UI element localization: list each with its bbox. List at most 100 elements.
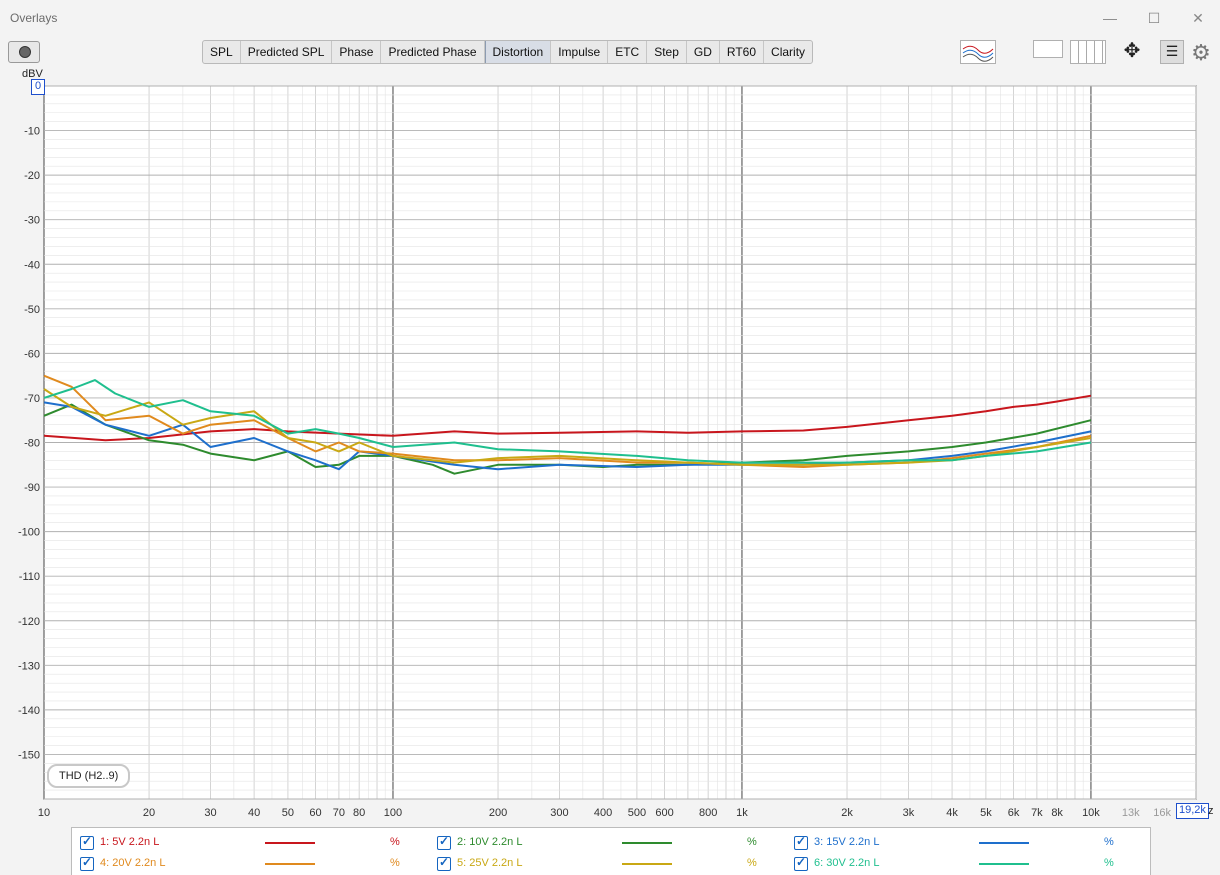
- x-tick-label: 800: [699, 807, 717, 819]
- x-tick-label: 1k: [736, 807, 748, 819]
- close-button[interactable]: ✕: [1178, 6, 1218, 30]
- overlay-traces-icon[interactable]: [960, 40, 996, 64]
- x-cursor-readout[interactable]: 19,2k: [1176, 803, 1209, 819]
- legend-item: 1: 5V 2.2n L%: [80, 834, 420, 852]
- y-tick-label: -40: [24, 259, 40, 271]
- x-tick-label: 4k: [946, 807, 958, 819]
- y-tick-label: -80: [24, 438, 40, 450]
- legend-item: 4: 20V 2.2n L%: [80, 855, 420, 873]
- legend-item: 2: 10V 2.2n L%: [437, 834, 777, 852]
- legend-line-swatch: [622, 842, 672, 844]
- legend-checkbox[interactable]: [794, 834, 808, 850]
- legend-panel: 1: 5V 2.2n L%2: 10V 2.2n L%3: 15V 2.2n L…: [71, 827, 1151, 875]
- x-tick-label: 40: [248, 807, 260, 819]
- x-tick-label: 500: [628, 807, 646, 819]
- legend-line-swatch: [265, 842, 315, 844]
- legend-item: 3: 15V 2.2n L%: [794, 834, 1134, 852]
- y-tick-label: -70: [24, 393, 40, 405]
- x-tick-label: 13k: [1122, 807, 1140, 819]
- legend-item: 6: 30V 2.2n L%: [794, 855, 1134, 873]
- legend-series-name: 2: 10V 2.2n L: [457, 836, 523, 848]
- legend-line-swatch: [265, 863, 315, 865]
- menu-lines-icon[interactable]: ☰: [1160, 40, 1184, 64]
- legend-unit: %: [390, 857, 400, 869]
- x-tick-label: 30: [204, 807, 216, 819]
- legend-checkbox[interactable]: [437, 855, 451, 871]
- x-tick-label: 600: [655, 807, 673, 819]
- x-tick-label: 200: [489, 807, 507, 819]
- maximize-button[interactable]: ☐: [1134, 6, 1174, 30]
- blank-view-icon[interactable]: [1033, 40, 1063, 58]
- camera-lens: [19, 46, 31, 58]
- x-tick-label: 6k: [1008, 807, 1020, 819]
- tab-predicted-phase[interactable]: Predicted Phase: [381, 41, 485, 63]
- traces-glyph: [962, 45, 994, 62]
- x-tick-label: 10k: [1082, 807, 1100, 819]
- x-tick-label: 60: [309, 807, 321, 819]
- x-tick-label: 100: [384, 807, 402, 819]
- legend-checkbox[interactable]: [80, 834, 94, 850]
- legend-series-name: 6: 30V 2.2n L: [814, 857, 880, 869]
- y-cursor-readout[interactable]: 0: [31, 79, 45, 95]
- legend-unit: %: [747, 836, 757, 848]
- x-unit-label: z: [1208, 805, 1214, 817]
- legend-unit: %: [390, 836, 400, 848]
- legend-line-swatch: [979, 842, 1029, 844]
- legend-series-name: 5: 25V 2.2n L: [457, 857, 523, 869]
- legend-line-swatch: [622, 863, 672, 865]
- legend-series-name: 3: 15V 2.2n L: [814, 836, 880, 848]
- tab-distortion[interactable]: Distortion: [484, 41, 552, 63]
- legend-unit: %: [1104, 836, 1114, 848]
- y-tick-label: -50: [24, 304, 40, 316]
- y-tick-label: -100: [18, 527, 40, 539]
- tab-spl[interactable]: SPL: [203, 41, 241, 63]
- distortion-chart[interactable]: -10 -20 -30 -40 -50 -60 -70 -80 -90 -100 -110 -120 -…: [0, 68, 1220, 827]
- y-tick-label: -130: [18, 660, 40, 672]
- legend-checkbox[interactable]: [437, 834, 451, 850]
- legend-checkbox[interactable]: [794, 855, 808, 871]
- tab-predicted-spl[interactable]: Predicted SPL: [241, 41, 333, 63]
- y-tick-label: -120: [18, 616, 40, 628]
- x-tick-label: 20: [143, 807, 155, 819]
- column-view-icon[interactable]: [1070, 40, 1106, 64]
- y-tick-label: -60: [24, 348, 40, 360]
- x-tick-label: 10: [38, 807, 50, 819]
- tab-gd[interactable]: GD: [687, 41, 720, 63]
- x-tick-label: 3k: [903, 807, 915, 819]
- legend-series-name: 1: 5V 2.2n L: [100, 836, 160, 848]
- legend-checkbox[interactable]: [80, 855, 94, 871]
- x-tick-label: 5k: [980, 807, 992, 819]
- graph-tabs: SPL Predicted SPL Phase Predicted Phase Dist…: [202, 40, 814, 64]
- x-tick-label: 50: [282, 807, 294, 819]
- x-tick-label: 7k: [1031, 807, 1043, 819]
- window-title: Overlays: [10, 11, 58, 25]
- title-bar: Overlays — ☐ ✕: [0, 0, 1220, 36]
- legend-line-swatch: [979, 863, 1029, 865]
- camera-icon[interactable]: [8, 41, 40, 63]
- tab-impulse[interactable]: Impulse: [551, 41, 609, 63]
- tab-clarity[interactable]: Clarity: [764, 41, 812, 63]
- thd-harmonics-label[interactable]: THD (H2..9): [47, 764, 131, 788]
- x-tick-label: 400: [594, 807, 612, 819]
- tab-rt60[interactable]: RT60: [720, 41, 765, 63]
- y-tick-label: -140: [18, 705, 40, 717]
- tab-etc[interactable]: ETC: [608, 41, 648, 63]
- y-tick-label: -110: [19, 571, 40, 583]
- y-tick-label: -90: [24, 482, 40, 494]
- x-tick-label: 8k: [1051, 807, 1063, 819]
- y-tick-label: -20: [24, 170, 40, 182]
- legend-item: 5: 25V 2.2n L%: [437, 855, 777, 873]
- legend-unit: %: [1104, 857, 1114, 869]
- legend-series-name: 4: 20V 2.2n L: [100, 857, 166, 869]
- x-tick-label: 300: [550, 807, 568, 819]
- toolbar: SPL Predicted SPL Phase Predicted Phase Dist…: [0, 36, 1220, 68]
- tab-phase[interactable]: Phase: [332, 41, 382, 63]
- x-tick-label: 80: [353, 807, 365, 819]
- x-tick-label: 2k: [841, 807, 853, 819]
- move-arrows-icon[interactable]: ✥: [1116, 40, 1148, 62]
- minimize-button[interactable]: —: [1090, 6, 1130, 30]
- tab-step[interactable]: Step: [647, 41, 687, 63]
- y-tick-label: -10: [24, 126, 40, 138]
- gear-icon[interactable]: ⚙: [1188, 40, 1214, 66]
- x-tick-label: 70: [333, 807, 345, 819]
